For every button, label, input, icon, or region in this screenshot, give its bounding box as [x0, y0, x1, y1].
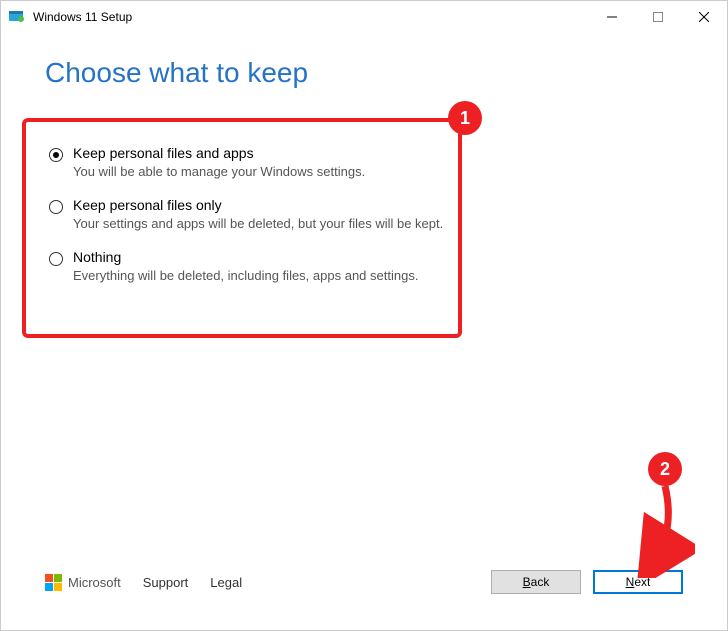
microsoft-logo: Microsoft — [45, 574, 121, 591]
options-group: Keep personal files and apps You will be… — [49, 145, 683, 283]
option-description: Everything will be deleted, including fi… — [73, 268, 418, 283]
radio-icon — [49, 200, 63, 214]
option-nothing[interactable]: Nothing Everything will be deleted, incl… — [49, 249, 683, 283]
option-description: Your settings and apps will be deleted, … — [73, 216, 443, 231]
close-button[interactable] — [681, 1, 727, 33]
back-button[interactable]: Back — [491, 570, 581, 594]
option-label: Keep personal files and apps — [73, 145, 365, 161]
footer-left: Microsoft Support Legal — [45, 574, 242, 591]
minimize-button[interactable] — [589, 1, 635, 33]
option-keep-files-apps[interactable]: Keep personal files and apps You will be… — [49, 145, 683, 179]
window-buttons — [589, 1, 727, 33]
microsoft-logo-icon — [45, 574, 62, 591]
option-keep-files-only[interactable]: Keep personal files only Your settings a… — [49, 197, 683, 231]
footer: Microsoft Support Legal Back Next — [1, 550, 727, 630]
titlebar: Windows 11 Setup — [1, 1, 727, 33]
setup-window: Windows 11 Setup Choose what to keep Kee… — [0, 0, 728, 631]
option-label: Nothing — [73, 249, 418, 265]
radio-icon — [49, 148, 63, 162]
brand-label: Microsoft — [68, 575, 121, 590]
footer-buttons: Back Next — [491, 570, 683, 594]
radio-icon — [49, 252, 63, 266]
legal-link[interactable]: Legal — [210, 575, 242, 590]
maximize-button[interactable] — [635, 1, 681, 33]
content-area: Choose what to keep Keep personal files … — [1, 33, 727, 550]
window-title: Windows 11 Setup — [33, 10, 589, 24]
next-button[interactable]: Next — [593, 570, 683, 594]
support-link[interactable]: Support — [143, 575, 189, 590]
option-description: You will be able to manage your Windows … — [73, 164, 365, 179]
app-icon — [9, 9, 25, 25]
page-heading: Choose what to keep — [45, 57, 683, 89]
option-label: Keep personal files only — [73, 197, 443, 213]
